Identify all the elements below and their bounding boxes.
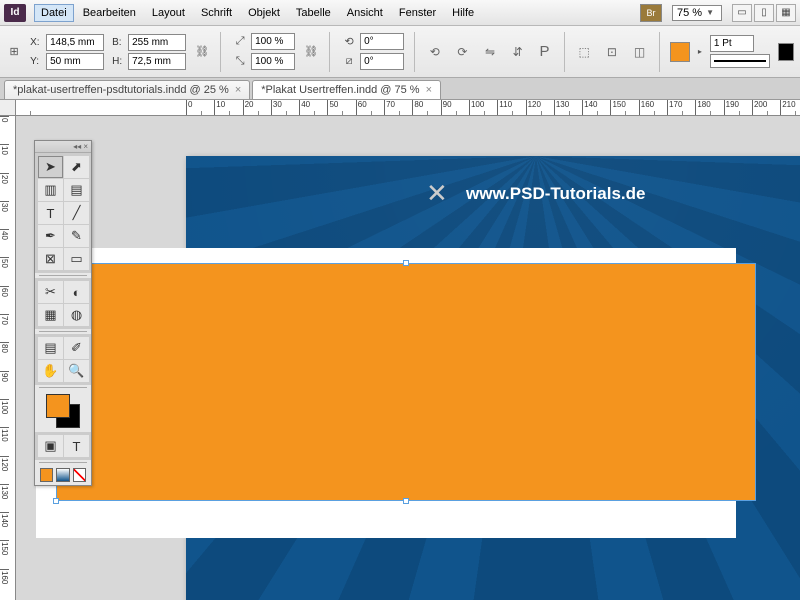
selection-tool[interactable]: ➤ [38,156,63,178]
close-icon[interactable]: × [235,84,241,96]
tab-document-1[interactable]: *plakat-usertreffen-psdtutorials.indd @ … [4,80,250,99]
apply-color-icon[interactable] [40,468,53,482]
rectangle-tool[interactable]: ▭ [64,248,89,270]
gap-tool[interactable]: ▤ [64,179,89,201]
x-input[interactable] [46,34,104,51]
type-tool[interactable]: T [38,202,63,224]
rotate-icon: ⟲ [340,33,358,51]
menu-schrift[interactable]: Schrift [194,4,239,22]
menu-bar: Id Datei Bearbeiten Layout Schrift Objek… [0,0,800,26]
handle-tc[interactable] [403,260,409,266]
chevron-down-icon: ▼ [706,8,714,17]
fill-stroke-swatch[interactable] [46,394,80,428]
select-container-icon[interactable]: ⬚ [574,42,594,62]
scale-y-input[interactable] [251,53,295,70]
horizontal-ruler[interactable]: 0102030405060708090100110120130140150160… [16,100,800,116]
fit-icon[interactable]: ◫ [630,42,650,62]
handle-bl[interactable] [53,498,59,504]
shear-icon: ⧄ [340,53,358,71]
zoom-level[interactable]: 75 %▼ [672,5,722,21]
stroke-swatch[interactable] [778,43,794,61]
zoom-tool[interactable]: 🔍 [64,360,89,382]
constrain-icon[interactable]: ⛓ [194,43,210,61]
rotate-input[interactable] [360,33,404,50]
scale-x-icon: ⤢ [231,33,249,51]
bridge-button[interactable]: Br [640,4,662,22]
menu-fenster[interactable]: Fenster [392,4,443,22]
menu-datei[interactable]: Datei [34,4,74,22]
direct-selection-tool[interactable]: ⬈ [64,156,89,178]
workspace: 0102030405060708090100110120130140150160… [0,100,800,600]
y-input[interactable] [46,53,104,70]
chevron-down-icon[interactable]: ▸ [698,47,702,56]
scale-x-input[interactable] [251,33,295,50]
w-input[interactable] [128,34,186,51]
hand-tool[interactable]: ✋ [38,360,63,382]
menu-layout[interactable]: Layout [145,4,192,22]
menu-hilfe[interactable]: Hilfe [445,4,481,22]
shear-input[interactable] [360,53,404,70]
reference-point-icon[interactable]: ⊞ [6,43,22,61]
flip-v-icon[interactable]: ⇵ [508,42,528,62]
flip-h-icon[interactable]: ⇋ [480,42,500,62]
handle-bc[interactable] [403,498,409,504]
rotate-cw-icon[interactable]: ⟳ [453,42,473,62]
rectangle-frame-tool[interactable]: ⊠ [38,248,63,270]
h-input[interactable] [128,53,186,70]
apply-gradient-icon[interactable] [56,468,69,482]
app-logo: Id [4,4,26,22]
close-icon[interactable]: × [426,84,432,96]
stroke-weight-input[interactable] [710,35,754,52]
menu-ansicht[interactable]: Ansicht [340,4,390,22]
control-bar: ⊞ X: Y: B: H: ⛓ ⤢ ⤡ ⛓ ⟲ ⧄ ⟲ ⟳ ⇋ ⇵ P ⬚ ⊡ … [0,26,800,78]
gradient-feather-tool[interactable]: ◍ [64,304,89,326]
fill-swatch[interactable] [670,42,690,62]
format-container-icon[interactable]: ▣ [38,435,63,457]
tools-panel[interactable]: ◂◂ × ➤ ⬈ ▥ ▤ T ╱ ✒ ✎ ⊠ ▭ ✂ ◐ ▦ ◍ [34,140,92,486]
gradient-swatch-tool[interactable]: ▦ [38,304,63,326]
format-text-icon[interactable]: T [64,435,89,457]
panel-collapse-icon[interactable]: ◂◂ × [35,141,91,153]
butterfly-icon: ✕ [426,178,448,209]
pencil-tool[interactable]: ✎ [64,225,89,247]
menu-tabelle[interactable]: Tabelle [289,4,338,22]
document-tabs: *plakat-usertreffen-psdtutorials.indd @ … [0,78,800,100]
eyedropper-tool[interactable]: ✐ [64,337,89,359]
scale-y-icon: ⤡ [231,53,249,71]
menu-objekt[interactable]: Objekt [241,4,287,22]
select-content-icon[interactable]: ⊡ [602,42,622,62]
free-transform-tool[interactable]: ◐ [64,281,89,303]
paragraph-style-icon[interactable]: P [536,43,554,60]
note-tool[interactable]: ▤ [38,337,63,359]
scissors-tool[interactable]: ✂ [38,281,63,303]
pen-tool[interactable]: ✒ [38,225,63,247]
page-tool[interactable]: ▥ [38,179,63,201]
line-tool[interactable]: ╱ [64,202,89,224]
arrange-icon[interactable]: ▦ [776,4,796,22]
screen-mode-icon[interactable]: ▯ [754,4,774,22]
selected-rectangle[interactable] [56,263,756,501]
canvas[interactable]: ✕ www.PSD-Tutorials.de ◂◂ × ➤ ⬈ ▥ ▤ T ╱ … [16,116,800,600]
ruler-origin[interactable] [0,100,16,116]
page-url-text: www.PSD-Tutorials.de [466,184,645,204]
tab-document-2[interactable]: *Plakat Usertreffen.indd @ 75 %× [252,80,441,99]
constrain-scale-icon[interactable]: ⛓ [303,43,319,61]
view-mode-icon[interactable]: ▭ [732,4,752,22]
menu-bearbeiten[interactable]: Bearbeiten [76,4,143,22]
apply-none-icon[interactable] [73,468,86,482]
vertical-ruler[interactable]: 0102030405060708090100110120130140150160 [0,116,16,600]
rotate-ccw-icon[interactable]: ⟲ [425,42,445,62]
